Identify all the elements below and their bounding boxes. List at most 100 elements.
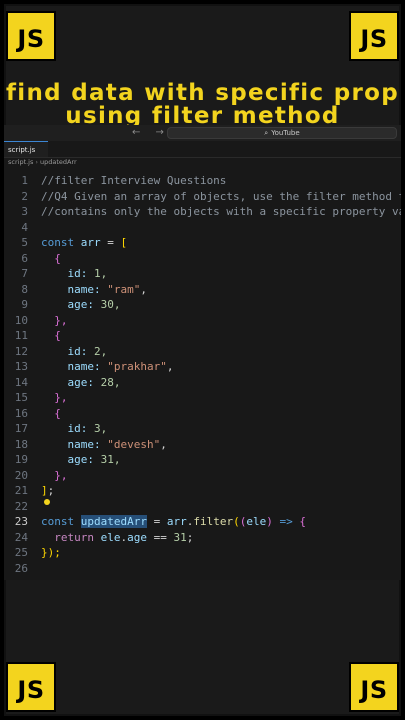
tab-label: script.js <box>8 145 36 154</box>
keyword-const: const <box>41 515 75 528</box>
line-number: 24 <box>14 530 28 544</box>
brace: { <box>54 406 61 420</box>
lightbulb-icon[interactable] <box>44 498 50 505</box>
property-access: age <box>127 530 147 544</box>
line-number: 16 <box>14 406 28 420</box>
code-line: 5 const arr = [ <box>4 235 401 251</box>
string-literal: "devesh" <box>107 437 161 451</box>
line-number: 10 <box>14 313 28 327</box>
code-line: 22 <box>4 498 401 515</box>
code-line: 3 //contains only the objects with a spec… <box>4 204 401 220</box>
code-line: 19 age: 31, <box>4 452 401 468</box>
code-line: 26 <box>4 561 401 577</box>
js-logo-bottom-left: JS <box>6 662 56 712</box>
code-line: 16 { <box>4 406 401 422</box>
code-line: 1 //filter Interview Questions <box>4 173 401 189</box>
punctuation: , <box>140 282 147 296</box>
code-line: 13 name: "prakhar", <box>4 359 401 375</box>
code-comment: //contains only the objects with a speci… <box>41 205 401 218</box>
line-number: 8 <box>21 282 28 296</box>
line-number: 15 <box>14 391 28 404</box>
number-literal: 28, <box>100 375 121 389</box>
code-line: 2 //Q4 Given an array of objects, use the… <box>4 189 401 205</box>
operator: = <box>153 515 161 528</box>
property-key: id: <box>67 422 88 435</box>
code-comment: //Q4 Given an array of objects, use the … <box>41 189 401 203</box>
line-number: 17 <box>14 422 28 435</box>
line-number: 11 <box>14 329 28 342</box>
js-logo-top-right: JS <box>349 11 399 61</box>
code-line: 8 name: "ram", <box>4 282 401 298</box>
breadcrumb: script.js › updatedArr <box>4 158 401 168</box>
paren: ) <box>266 515 273 528</box>
string-literal: "prakhar" <box>107 360 167 373</box>
code-line: 9 age: 30, <box>4 297 401 313</box>
operator: = <box>107 236 114 249</box>
code-line: 25}); <box>4 545 401 561</box>
code-line: 17 id: 3, <box>4 421 401 437</box>
bracket: ] <box>41 484 48 497</box>
arrow-operator: => <box>279 515 293 528</box>
line-number: 7 <box>21 267 28 280</box>
code-line: 7 id: 1, <box>4 266 401 282</box>
line-number: 19 <box>14 453 28 466</box>
punctuation: , <box>160 437 167 451</box>
line-number: 20 <box>14 468 28 482</box>
editor-tab-bar: script.js <box>4 141 401 158</box>
code-line: 21]; <box>4 483 401 499</box>
code-line-active: 23 const updatedArr = arr.filter((ele) =>… <box>4 514 401 530</box>
js-logo-bottom-right: JS <box>349 662 399 712</box>
code-line: 18 name: "devesh", <box>4 437 401 453</box>
string-literal: "ram" <box>107 282 141 296</box>
brace: { <box>299 515 306 528</box>
property-key: age: <box>67 375 95 389</box>
identifier: arr <box>80 236 101 249</box>
parameter: ele <box>246 515 267 528</box>
property-key: id: <box>67 344 88 358</box>
breadcrumb-symbol[interactable]: updatedArr <box>40 158 77 166</box>
line-number: 18 <box>14 437 28 451</box>
identifier: ele <box>100 530 121 544</box>
editor-title-bar: ← → ⌕ YouTube <box>4 125 401 141</box>
property-key: name: <box>67 282 101 296</box>
video-title-line-1: find data with specific prop <box>5 80 400 106</box>
js-logo-top-left: JS <box>6 11 56 61</box>
code-line: 6 { <box>4 251 401 267</box>
brace: }, <box>54 468 68 482</box>
code-line: 10 }, <box>4 313 401 329</box>
number-literal: 3, <box>94 422 108 435</box>
command-search-box[interactable]: ⌕ YouTube <box>167 127 397 139</box>
paren: ( <box>233 515 240 528</box>
line-number: 22 <box>14 499 28 513</box>
property-key: id: <box>67 267 88 280</box>
method-call: filter <box>193 515 234 528</box>
line-number: 2 <box>21 189 28 203</box>
identifier: arr <box>166 515 187 528</box>
punctuation: , <box>166 360 174 373</box>
brace: }, <box>54 313 68 327</box>
line-number: 3 <box>21 205 28 218</box>
command-search-label: YouTube <box>271 129 300 137</box>
code-line: 11 { <box>4 328 401 344</box>
code-area[interactable]: 1 //filter Interview Questions 2 //Q4 Give… <box>4 173 401 576</box>
code-line: 20 }, <box>4 468 401 484</box>
line-number: 13 <box>14 360 28 373</box>
breadcrumb-file[interactable]: script.js <box>8 158 33 166</box>
code-line: 4 <box>4 220 401 236</box>
operator: == <box>153 530 167 544</box>
number-literal: 2, <box>94 344 108 358</box>
line-number: 21 <box>14 484 28 497</box>
line-number: 9 <box>21 298 28 311</box>
property-key: name: <box>67 360 101 373</box>
property-key: name: <box>67 437 101 451</box>
nav-arrows[interactable]: ← → <box>132 127 170 138</box>
brace: { <box>54 251 61 265</box>
search-icon: ⌕ <box>264 128 269 137</box>
line-number: 25 <box>14 546 28 559</box>
number-literal: 30, <box>100 298 121 311</box>
tab-script-js[interactable]: script.js <box>4 141 48 157</box>
number-literal: 1, <box>94 267 108 280</box>
brace: { <box>54 329 61 342</box>
punctuation: ; <box>47 484 55 497</box>
line-number: 1 <box>21 174 28 187</box>
